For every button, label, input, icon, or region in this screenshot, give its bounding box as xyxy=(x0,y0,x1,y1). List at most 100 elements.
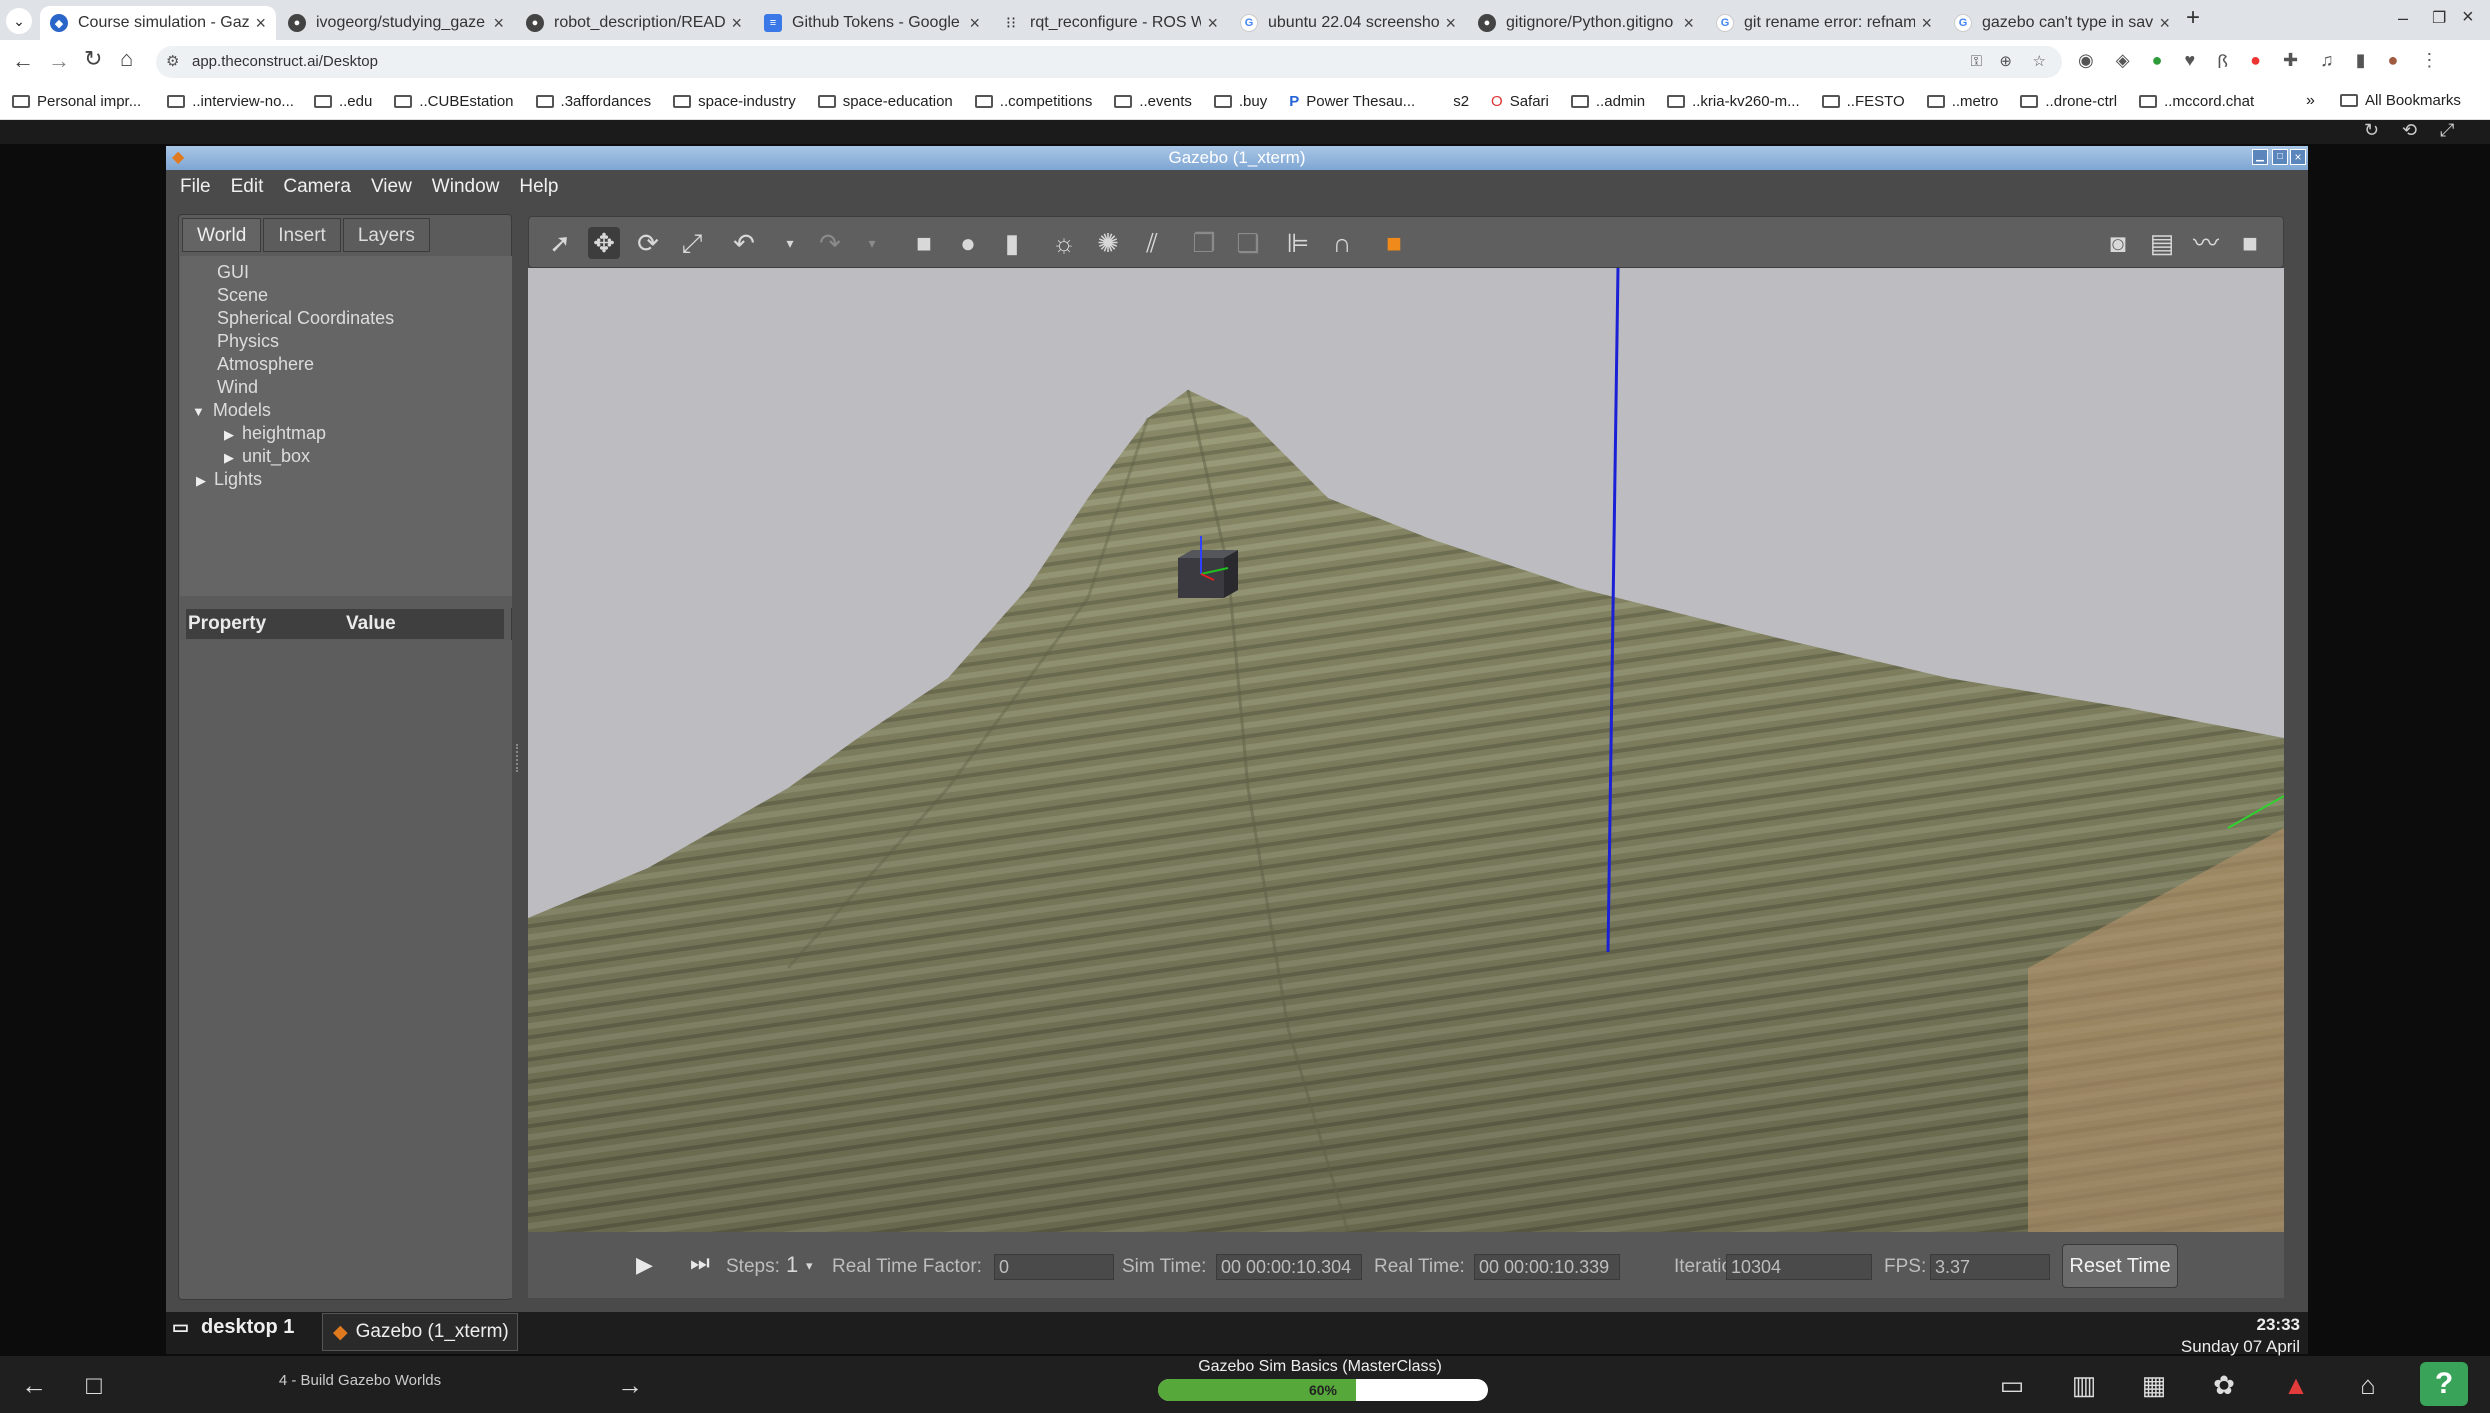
splitter[interactable] xyxy=(180,596,512,608)
tree-item-heightmap[interactable]: ▶ heightmap xyxy=(224,423,326,444)
point-light-icon[interactable]: ☼ xyxy=(1048,227,1080,259)
redo-icon[interactable]: ↷ xyxy=(814,227,846,259)
desktop-icon[interactable]: ▭ xyxy=(1996,1370,2028,1401)
bookmark-space-industry[interactable]: space-industry xyxy=(673,93,796,110)
menu-icon[interactable]: ⋮ xyxy=(2420,50,2438,74)
profile-avatar[interactable]: ● xyxy=(2388,50,2399,74)
sphere-shape-icon[interactable]: ● xyxy=(952,227,984,259)
bookmark-space-education[interactable]: space-education xyxy=(817,93,953,110)
bookmark-admin[interactable]: ..admin xyxy=(1570,93,1645,110)
close-icon[interactable]: × xyxy=(2290,149,2306,165)
close-icon[interactable]: × xyxy=(1207,13,1218,34)
site-info-icon[interactable]: ⚙ xyxy=(166,46,179,78)
collapsed-triangle-icon[interactable]: ▶ xyxy=(224,450,234,466)
layers-extension-icon[interactable]: ◈ xyxy=(2116,50,2130,74)
tab-robot-description[interactable]: ● robot_description/READ × xyxy=(516,6,752,40)
panel-resize-handle[interactable] xyxy=(516,744,522,772)
translate-mode-icon[interactable]: ✥ xyxy=(588,227,620,259)
tree-item-atmosphere[interactable]: Atmosphere xyxy=(217,354,314,375)
bookmark-safari[interactable]: O Safari xyxy=(1491,93,1549,110)
tab-git-rename[interactable]: Ggit rename error: refnam × xyxy=(1706,6,1942,40)
tab-github-tokens[interactable]: ≡ Github Tokens - Google × xyxy=(754,6,990,40)
tree-item-spherical-coordinates[interactable]: Spherical Coordinates xyxy=(217,308,394,329)
gazebo-title-bar[interactable]: ◆ Gazebo (1_xterm) ▁ □ × xyxy=(166,146,2308,170)
select-mode-icon[interactable]: ➚ xyxy=(544,227,576,259)
reset-icon[interactable]: ⟲ xyxy=(2402,120,2417,141)
cylinder-shape-icon[interactable]: ▮ xyxy=(996,227,1028,259)
undo-dropdown-icon[interactable]: ▾ xyxy=(774,227,806,259)
close-icon[interactable]: × xyxy=(731,13,742,34)
tab-github-studying[interactable]: ● ivogeorg/studying_gaze × xyxy=(278,6,514,40)
redo-dropdown-icon[interactable]: ▾ xyxy=(856,227,888,259)
sidebar-icon[interactable]: ▮ xyxy=(2356,50,2366,74)
close-icon[interactable]: × xyxy=(969,13,980,34)
ai-assistant-icon[interactable]: ✿ xyxy=(2208,1370,2240,1401)
tree-item-models[interactable]: ▼ Models xyxy=(192,400,271,421)
bookmark-s2[interactable]: s2 xyxy=(1453,93,1469,110)
3d-viewport[interactable] xyxy=(528,268,2284,1232)
bookmark-festo[interactable]: ..FESTO xyxy=(1821,93,1905,110)
menu-file[interactable]: File xyxy=(180,176,211,198)
menu-camera[interactable]: Camera xyxy=(283,176,351,198)
bookmark-interview[interactable]: ..interview-no... xyxy=(167,93,294,110)
bookmarks-overflow-icon[interactable]: » xyxy=(2306,92,2315,110)
fullscreen-icon[interactable]: ⤢ xyxy=(2440,120,2454,141)
reload-icon[interactable]: ↻ xyxy=(84,46,102,72)
heart-extension-icon[interactable]: ♥ xyxy=(2184,50,2195,74)
close-window-icon[interactable]: × xyxy=(2462,6,2474,29)
unit-title[interactable]: 4 - Build Gazebo Worlds xyxy=(230,1372,490,1389)
play-icon[interactable]: ▶ xyxy=(636,1252,653,1278)
step-icon[interactable]: ⏭ xyxy=(690,1250,710,1276)
close-icon[interactable]: × xyxy=(493,13,504,34)
apps-grid-icon[interactable]: ▦ xyxy=(2138,1370,2170,1401)
close-icon[interactable]: × xyxy=(255,13,266,34)
notebook-icon[interactable]: ▥ xyxy=(2068,1370,2100,1401)
zoom-icon[interactable]: ⊕ xyxy=(1999,46,2012,78)
check-extension-icon[interactable]: ● xyxy=(2152,50,2163,74)
box-shape-icon[interactable]: ■ xyxy=(908,227,940,259)
tab-layers[interactable]: Layers xyxy=(342,218,430,252)
home-icon[interactable]: ⌂ xyxy=(120,46,133,72)
new-tab-button[interactable]: + xyxy=(2186,4,2200,32)
copy-icon[interactable]: ❐ xyxy=(1188,227,1220,259)
tree-item-gui[interactable]: GUI xyxy=(217,262,249,283)
taskbar-gazebo-button[interactable]: ◆ Gazebo (1_xterm) xyxy=(322,1313,518,1351)
back-icon[interactable]: ← xyxy=(12,48,34,74)
tree-item-physics[interactable]: Physics xyxy=(217,331,279,352)
bookmark-edu[interactable]: ..edu xyxy=(313,93,372,110)
bookmark-mccord[interactable]: ..mccord.chat xyxy=(2139,93,2254,110)
align-icon[interactable]: ⊫ xyxy=(1282,227,1314,259)
close-icon[interactable]: × xyxy=(1683,13,1694,34)
puzzle-icon[interactable]: ✚ xyxy=(2283,50,2298,74)
plot-icon[interactable]: 〰 xyxy=(2190,227,2222,259)
warning-icon[interactable]: ▲ xyxy=(2280,1370,2312,1401)
stop-square-icon[interactable]: □ xyxy=(78,1370,110,1401)
menu-edit[interactable]: Edit xyxy=(231,176,264,198)
paste-icon[interactable]: ❏ xyxy=(1232,227,1264,259)
reset-time-button[interactable]: Reset Time xyxy=(2062,1244,2178,1288)
home-icon[interactable]: ⌂ xyxy=(2352,1370,2384,1401)
change-view-icon[interactable]: ■ xyxy=(1378,227,1410,259)
close-icon[interactable]: × xyxy=(2159,13,2170,34)
forward-arrow-icon[interactable]: → xyxy=(614,1370,646,1401)
tree-item-scene[interactable]: Scene xyxy=(217,285,268,306)
minimize-icon[interactable]: – xyxy=(2398,8,2408,29)
password-key-icon[interactable]: ⚿ xyxy=(1971,46,1982,78)
bookmark-kria[interactable]: ..kria-kv260-m... xyxy=(1667,93,1800,110)
bookmark-cubestation[interactable]: ..CUBEstation xyxy=(394,93,514,110)
tree-item-unit-box[interactable]: ▶ unit_box xyxy=(224,446,310,467)
tab-course-simulation[interactable]: ◆ Course simulation - Gaze × xyxy=(40,6,276,40)
log-icon[interactable]: ▤ xyxy=(2146,227,2178,259)
record-extension-icon[interactable]: ● xyxy=(2250,50,2261,74)
bookmark-drone-ctrl[interactable]: ..drone-ctrl xyxy=(2020,93,2117,110)
restore-icon[interactable]: ❐ xyxy=(2432,8,2446,28)
tab-ubuntu-screenshot[interactable]: Gubuntu 22.04 screensho × xyxy=(1230,6,1466,40)
directional-light-icon[interactable]: ⫽ xyxy=(1136,227,1168,259)
menu-help[interactable]: Help xyxy=(519,176,558,198)
tab-insert[interactable]: Insert xyxy=(263,218,341,252)
media-icon[interactable]: ♫ xyxy=(2320,50,2334,74)
tab-gitignore[interactable]: ● gitignore/Python.gitigno × xyxy=(1468,6,1704,40)
scale-mode-icon[interactable]: ⤢ xyxy=(676,227,708,259)
video-record-icon[interactable]: ■ xyxy=(2234,227,2266,259)
forward-icon[interactable]: → xyxy=(48,48,70,74)
